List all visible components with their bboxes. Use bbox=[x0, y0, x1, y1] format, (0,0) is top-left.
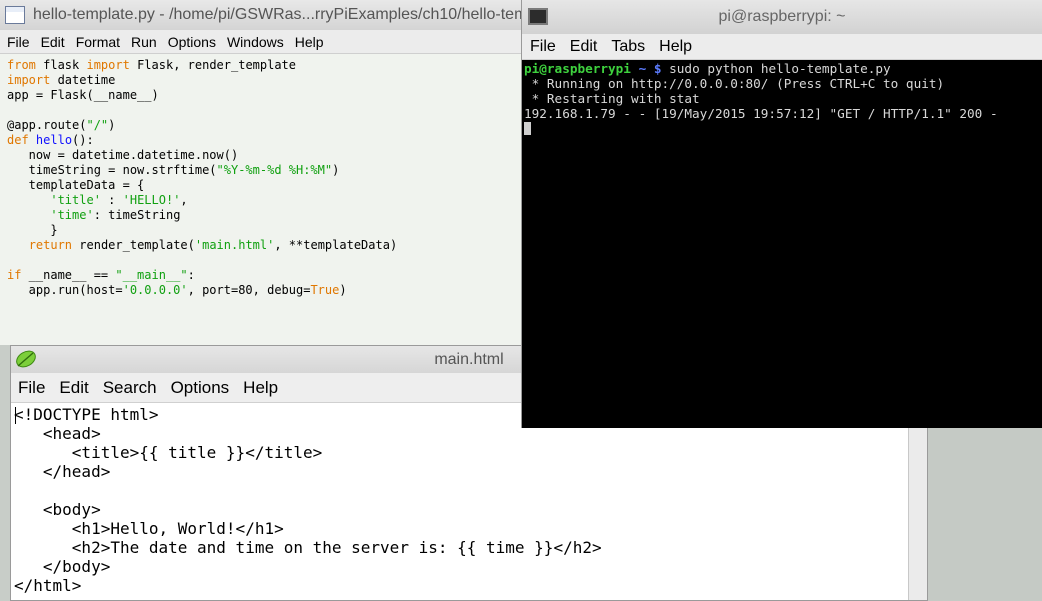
leafpad-icon bbox=[16, 350, 36, 368]
leafpad-window-title: main.html bbox=[434, 350, 504, 368]
prompt-user: pi@raspberrypi bbox=[524, 61, 631, 76]
window-icon bbox=[5, 6, 25, 24]
terminal-output-line: * Running on http://0.0.0.0:80/ (Press C… bbox=[524, 76, 945, 91]
idle-menu-format[interactable]: Format bbox=[76, 34, 120, 50]
terminal-output-line: 192.168.1.79 - - [19/May/2015 19:57:12] … bbox=[524, 106, 998, 121]
leafpad-scrollbar[interactable] bbox=[908, 428, 927, 600]
terminal-menu-file[interactable]: File bbox=[530, 38, 556, 56]
leafpad-menu-help[interactable]: Help bbox=[243, 378, 278, 398]
terminal-window: pi@raspberrypi: ~ File Edit Tabs Help pi… bbox=[521, 0, 1042, 428]
desktop-background bbox=[928, 428, 1042, 601]
html-code-editor[interactable]: <!DOCTYPE html> <head> <title>{{ title }… bbox=[14, 405, 907, 600]
leafpad-menu-search[interactable]: Search bbox=[103, 378, 157, 398]
idle-window-title: hello-template.py - /home/pi/GSWRas...rr… bbox=[33, 6, 523, 23]
terminal-menu-edit[interactable]: Edit bbox=[570, 38, 598, 56]
terminal-menu-help[interactable]: Help bbox=[659, 38, 692, 56]
idle-titlebar[interactable]: hello-template.py - /home/pi/GSWRas...rr… bbox=[0, 0, 523, 30]
text-caret bbox=[15, 407, 16, 424]
idle-menu-run[interactable]: Run bbox=[131, 34, 157, 50]
terminal-window-title: pi@raspberrypi: ~ bbox=[718, 8, 846, 25]
terminal-command: sudo python hello-template.py bbox=[661, 61, 891, 76]
leafpad-menu-options[interactable]: Options bbox=[171, 378, 230, 398]
terminal-output-line: * Restarting with stat bbox=[524, 91, 700, 106]
python-code-editor[interactable]: from flask import Flask, render_template… bbox=[0, 58, 523, 345]
idle-menu-file[interactable]: File bbox=[7, 34, 30, 50]
idle-editor-window: hello-template.py - /home/pi/GSWRas...rr… bbox=[0, 0, 523, 345]
leafpad-menu-file[interactable]: File bbox=[18, 378, 45, 398]
terminal-menubar: File Edit Tabs Help bbox=[522, 34, 1042, 60]
idle-menu-edit[interactable]: Edit bbox=[41, 34, 65, 50]
terminal-menu-tabs[interactable]: Tabs bbox=[611, 38, 645, 56]
idle-menu-help[interactable]: Help bbox=[295, 34, 324, 50]
idle-menu-options[interactable]: Options bbox=[168, 34, 216, 50]
terminal-output[interactable]: pi@raspberrypi ~ $ sudo python hello-tem… bbox=[522, 61, 1042, 428]
terminal-titlebar[interactable]: pi@raspberrypi: ~ bbox=[522, 0, 1042, 34]
leafpad-menu-edit[interactable]: Edit bbox=[59, 378, 88, 398]
terminal-cursor bbox=[524, 122, 531, 135]
terminal-icon bbox=[528, 8, 548, 25]
idle-menu-windows[interactable]: Windows bbox=[227, 34, 284, 50]
idle-menubar: File Edit Format Run Options Windows Hel… bbox=[0, 30, 523, 54]
prompt-path: ~ $ bbox=[630, 61, 662, 76]
